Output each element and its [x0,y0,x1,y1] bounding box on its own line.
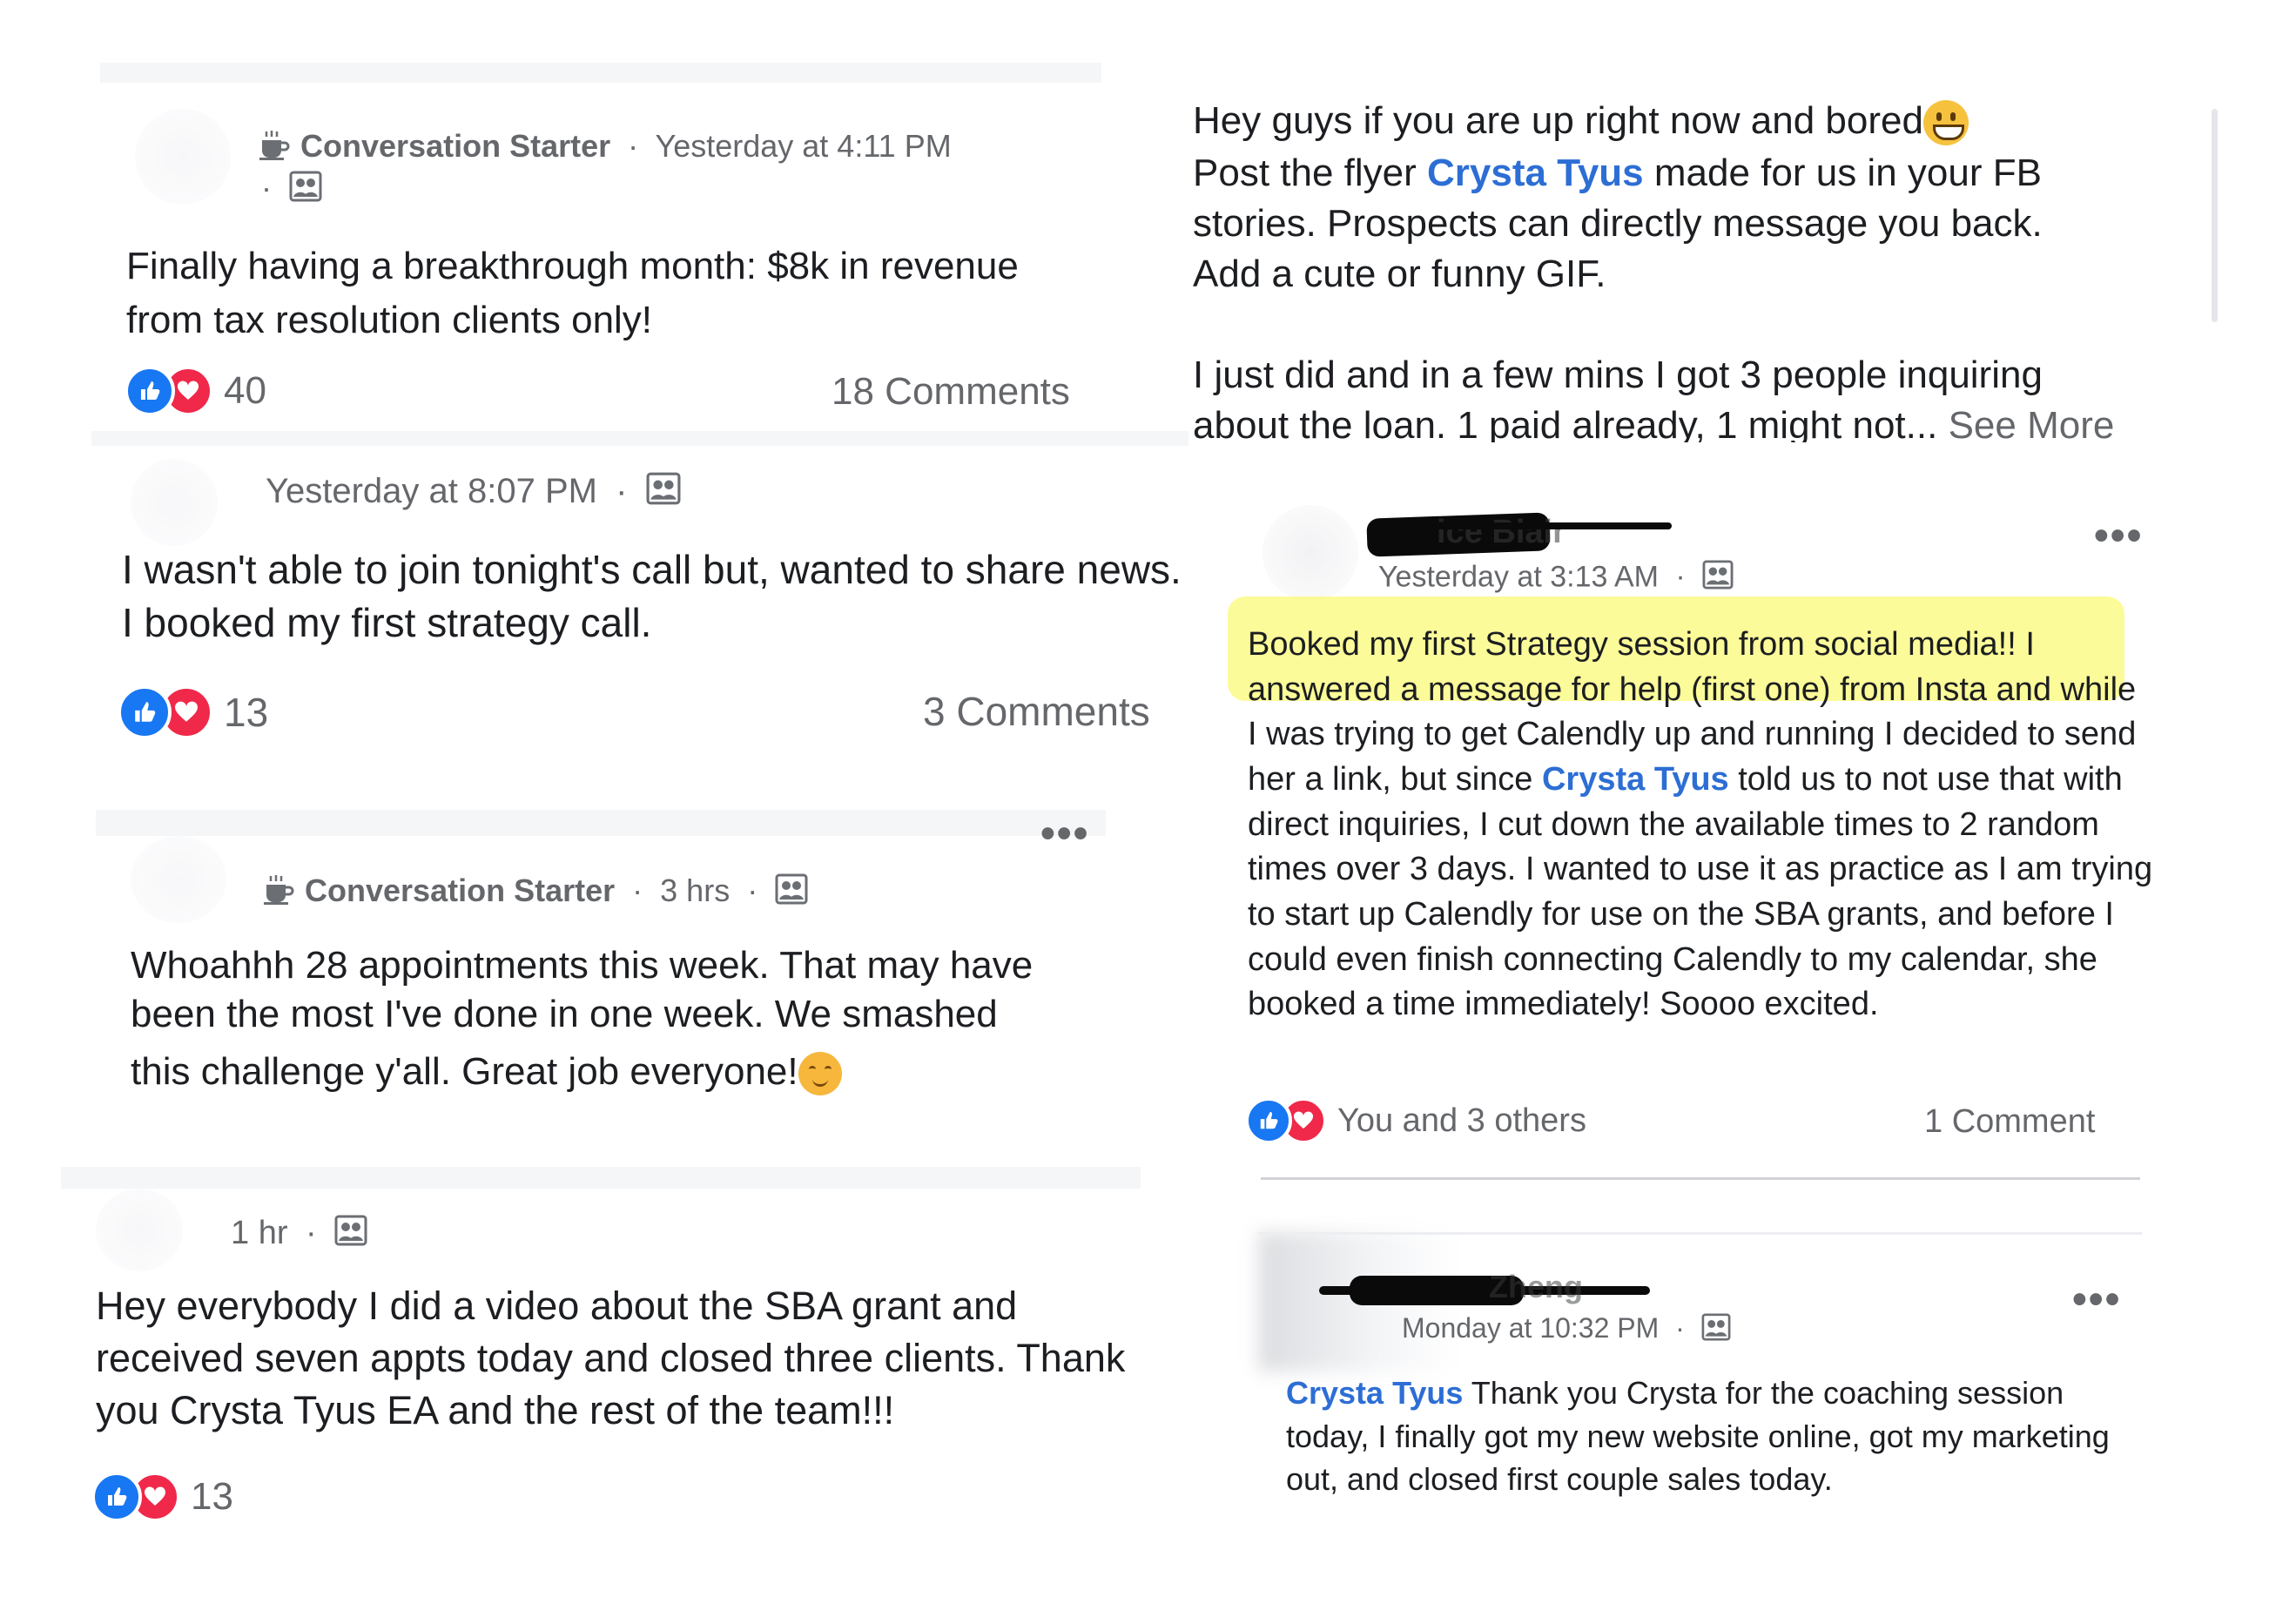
group-privacy-icon [1701,1312,1731,1348]
comments-link[interactable]: 18 Comments [832,370,1070,414]
post5-line1: Hey guys if you are up right now and bor… [1193,96,1969,146]
group-privacy-icon [646,472,681,514]
post3-meta: Conversation Starter · 3 hrs · [261,873,808,913]
reactions-summary: You and 3 others [1337,1102,1586,1139]
post1-body: Finally having a breakthrough month: $8k… [126,245,1019,341]
post5-line5: I just did and in a few mins I got 3 peo… [1193,354,2043,396]
comments-link[interactable]: 3 Comments [923,688,1150,735]
post6-reactions[interactable]: You and 3 others [1245,1097,1586,1144]
grin-emoji-icon [1922,100,1969,146]
post4-card: 1 hr · Hey everybody I did a video about… [61,1189,1141,1546]
post7-card: Zheng ••• Monday at 10:32 PM · Crysta Ty… [1258,1232,2142,1520]
post5-card: Hey guys if you are up right now and bor… [1193,87,2220,453]
post2-card: Yesterday at 8:07 PM · I wasn't able to … [91,446,1188,759]
post5-line4: Add a cute or funny GIF. [1193,253,1606,295]
like-icon [1245,1097,1292,1144]
post-time[interactable]: Monday at 10:32 PM [1402,1312,1659,1344]
redacted-name-stroke [1384,522,1672,529]
post1-card: Conversation Starter · Yesterday at 4:11… [100,83,1101,431]
post5-line2-pre: Post the flyer [1193,152,1428,194]
post4-body: Hey everybody I did a video about the SB… [96,1284,1126,1432]
avatar[interactable] [96,1189,183,1271]
post-time[interactable]: 1 hr [231,1215,287,1251]
reaction-count: 40 [224,369,266,412]
post-time[interactable]: 3 hrs [660,873,730,908]
group-privacy-icon [775,873,808,913]
avatar[interactable] [131,836,226,923]
post3-body-line3-text: this challenge y'all. Great job everyone… [131,1050,798,1093]
post5-line1-text: Hey guys if you are up right now and bor… [1193,99,1923,142]
post3-body-line3: this challenge y'all. Great job everyone… [131,1045,1106,1099]
post5-line2-post: made for us in your FB [1643,152,2042,194]
coffee-icon [261,873,296,913]
avatar[interactable] [131,459,218,546]
group-badge[interactable]: Conversation Starter [300,128,610,164]
post4-meta: 1 hr · [231,1215,367,1255]
hug-emoji-icon [798,1052,842,1096]
post3-card: ••• Conversation Starter · 3 hrs · Whoah… [96,811,1106,1123]
post1-meta: Conversation Starter · Yesterday at 4:11… [257,128,952,169]
coffee-icon [257,128,292,169]
scrollbar[interactable] [2212,109,2218,322]
avatar[interactable] [135,109,231,205]
mention-link[interactable]: Crysta Tyus [1286,1375,1463,1411]
post-time[interactable]: Yesterday at 4:11 PM [656,128,952,164]
post3-body-line2: been the most I've done in one week. We … [131,993,998,1035]
post6-divider [1261,1177,2140,1180]
post6-author-name[interactable]: ice Blair [1437,514,1565,551]
post3-body-line1: Whoahhh 28 appointments this week. That … [131,944,1034,987]
mention-link[interactable]: Crysta Tyus [1542,761,1729,798]
post-time[interactable]: Yesterday at 3:13 AM [1378,560,1659,593]
post2-meta: Yesterday at 8:07 PM · [266,472,681,514]
post5-line3: stories. Prospects can directly message … [1193,202,2043,245]
post7-meta: Monday at 10:32 PM · [1402,1312,1731,1348]
post6-body-part2: told us to not use that with direct inqu… [1248,761,2153,1023]
group-privacy-icon [334,1215,367,1255]
post1-reactions[interactable]: 40 [125,366,266,416]
reaction-count: 13 [224,690,269,735]
group-privacy-icon [1702,560,1734,597]
post2-reactions[interactable]: 13 [118,685,268,739]
like-icon [118,685,172,739]
group-privacy-icon [289,171,322,210]
post7-author-name[interactable]: Zheng [1489,1269,1583,1305]
post6-highlighted-text: Booked my first Strategy session from so… [1248,626,2017,663]
post2-body: I wasn't able to join tonight's call but… [122,547,1182,645]
more-icon[interactable]: ••• [2072,1276,2121,1324]
mention-link[interactable]: Crysta Tyus [1427,152,1644,194]
redacted-name-stroke [1319,1286,1650,1295]
more-icon[interactable]: ••• [1040,810,1089,858]
group-badge[interactable]: Conversation Starter [305,873,615,908]
post5-line6-text: about the loan. 1 paid already, 1 might … [1193,404,1938,442]
comments-link[interactable]: 1 Comment [1924,1103,2095,1141]
post-time[interactable]: Yesterday at 8:07 PM [266,472,597,510]
see-more-link[interactable]: See More [1949,404,2115,442]
post6-body: Booked my first Strategy session from so… [1248,623,2153,1028]
avatar[interactable] [1262,505,1358,601]
like-icon [91,1472,142,1522]
post7-top-border [1258,1232,2142,1235]
post6-meta: Yesterday at 3:13 AM · [1378,560,1734,597]
more-icon[interactable]: ••• [2094,512,2143,560]
post5-line2: Post the flyer Crysta Tyus made for us i… [1193,148,2042,198]
post4-reactions[interactable]: 13 [91,1472,233,1522]
post7-body: Crysta Tyus Thank you Crysta for the coa… [1286,1371,2139,1501]
post5-line6: about the loan. 1 paid already, 1 might … [1193,401,2114,442]
reaction-count: 13 [191,1475,233,1518]
like-icon [125,366,175,416]
post6-card: ice Blair ••• Yesterday at 3:13 AM · Boo… [1228,488,2159,1184]
post1-privacy: · [261,170,322,210]
